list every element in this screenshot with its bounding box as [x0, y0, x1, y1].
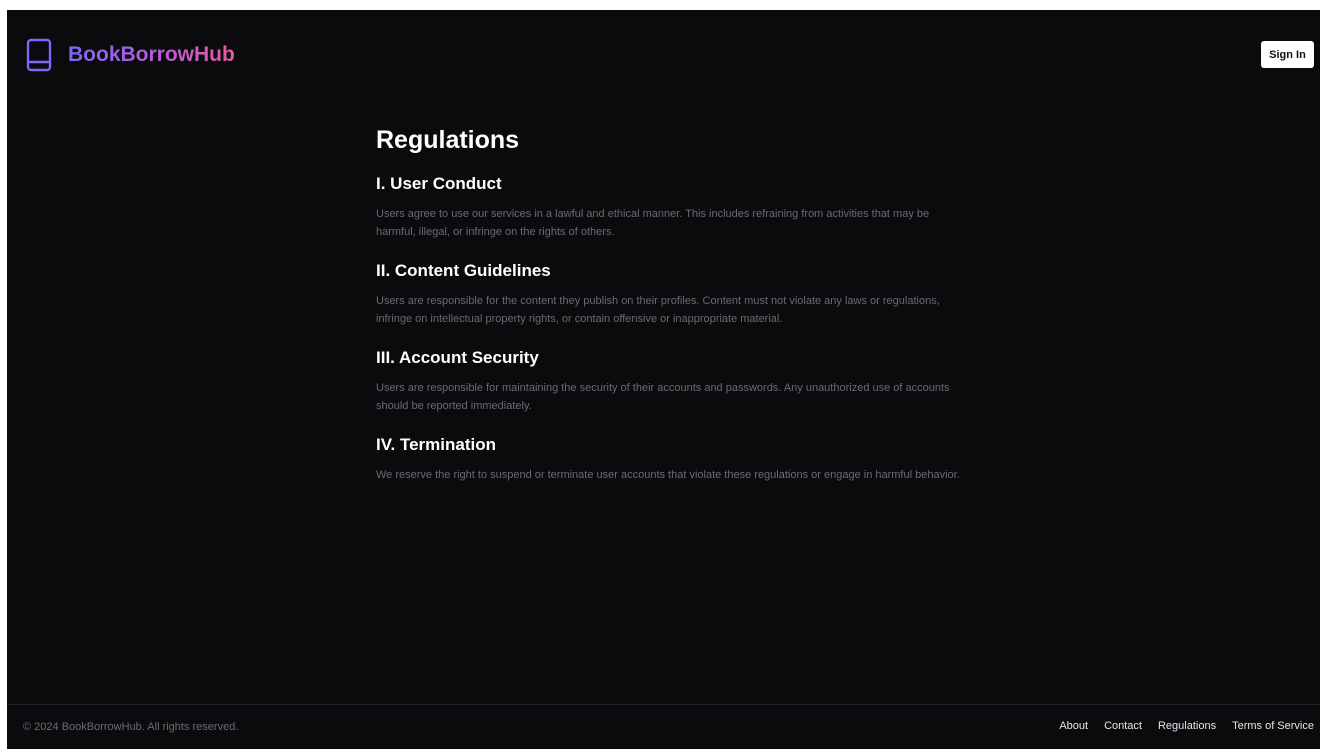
footer-link-regulations[interactable]: Regulations — [1158, 719, 1216, 733]
page-title: Regulations — [376, 126, 520, 154]
regulations-content: Regulations I. User Conduct Users agree … — [376, 124, 966, 503]
section-account-security: III. Account Security Users are responsi… — [376, 347, 966, 415]
footer-nav: About Contact Regulations Terms of Servi… — [1059, 719, 1314, 733]
footer-link-terms-of-service[interactable]: Terms of Service — [1232, 719, 1314, 733]
book-icon — [26, 38, 52, 72]
section-heading: II. Content Guidelines — [376, 261, 551, 280]
section-body: Users agree to use our services in a law… — [376, 208, 930, 238]
section-heading: IV. Termination — [376, 435, 496, 454]
section-content-guidelines: II. Content Guidelines Users are respons… — [376, 260, 966, 328]
copyright-text: © 2024 BookBorrowHub. All rights reserve… — [23, 721, 239, 733]
section-heading: I. User Conduct — [376, 174, 502, 193]
section-heading: III. Account Security — [376, 348, 539, 367]
section-body: Users are responsible for the content th… — [376, 295, 940, 325]
brand-name: BookBorrowHub — [68, 40, 235, 70]
section-termination: IV. Termination We reserve the right to … — [376, 434, 966, 484]
app-window: BookBorrowHub Sign In Regulations I. Use… — [7, 10, 1320, 749]
section-body: We reserve the right to suspend or termi… — [376, 469, 960, 481]
footer-link-contact[interactable]: Contact — [1104, 719, 1142, 733]
brand-home-link[interactable]: BookBorrowHub — [26, 38, 235, 72]
section-body: Users are responsible for maintaining th… — [376, 382, 950, 412]
page-footer: © 2024 BookBorrowHub. All rights reserve… — [7, 704, 1320, 749]
sign-in-button[interactable]: Sign In — [1261, 41, 1314, 68]
section-user-conduct: I. User Conduct Users agree to use our s… — [376, 173, 966, 241]
footer-link-about[interactable]: About — [1059, 719, 1088, 733]
top-header: BookBorrowHub Sign In — [7, 10, 1320, 98]
